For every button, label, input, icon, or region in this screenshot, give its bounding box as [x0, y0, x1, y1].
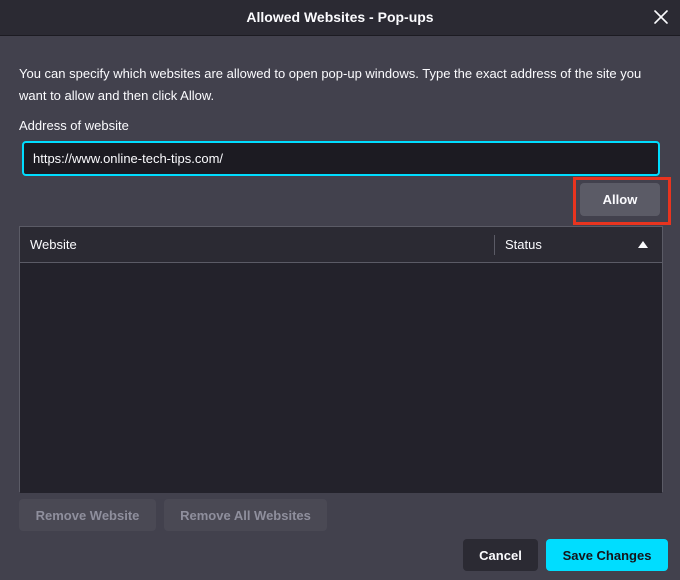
column-header-website[interactable]: Website: [20, 227, 494, 262]
save-changes-button[interactable]: Save Changes: [546, 539, 668, 571]
address-label: Address of website: [19, 118, 129, 133]
address-input[interactable]: [22, 141, 660, 176]
dialog-title: Allowed Websites - Pop-ups: [246, 9, 434, 25]
title-bar: Allowed Websites - Pop-ups: [0, 0, 680, 36]
dialog-description: You can specify which websites are allow…: [19, 66, 642, 103]
close-icon: [654, 10, 668, 24]
allowed-websites-dialog: Allowed Websites - Pop-ups You can speci…: [0, 0, 680, 580]
remove-all-websites-button[interactable]: Remove All Websites: [164, 499, 327, 531]
sort-ascending-icon: [638, 241, 648, 248]
websites-table: Website Status: [19, 226, 663, 493]
column-header-status[interactable]: Status: [495, 227, 662, 262]
column-header-status-label: Status: [505, 237, 542, 252]
remove-website-button[interactable]: Remove Website: [19, 499, 156, 531]
cancel-button[interactable]: Cancel: [463, 539, 538, 571]
allow-button[interactable]: Allow: [580, 183, 660, 216]
table-header: Website Status: [20, 227, 662, 263]
table-body[interactable]: [20, 263, 662, 493]
close-button[interactable]: [650, 6, 672, 28]
